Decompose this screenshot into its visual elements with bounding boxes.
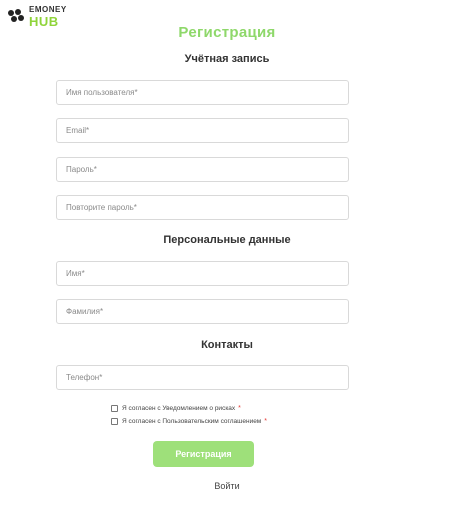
agreement-terms-row[interactable]: Я согласен с Пользовательским соглашение… xyxy=(111,418,267,425)
page-title: Регистрация xyxy=(178,24,276,41)
first-name-input[interactable] xyxy=(56,261,349,286)
last-name-input[interactable] xyxy=(56,299,349,324)
agreement-risks-label[interactable]: Я согласен с Уведомлением о рисках xyxy=(122,405,235,412)
register-button[interactable]: Регистрация xyxy=(153,441,254,467)
password-input[interactable] xyxy=(56,157,349,182)
login-link[interactable]: Войти xyxy=(0,481,454,491)
section-title-contacts: Контакты xyxy=(201,339,253,351)
agreement-risks-row[interactable]: Я согласен с Уведомлением о рисках * xyxy=(111,405,241,412)
section-title-account: Учётная запись xyxy=(184,53,270,65)
agreement-terms-checkbox[interactable] xyxy=(111,418,118,425)
section-title-personal: Персональные данные xyxy=(163,234,291,246)
agreement-risks-checkbox[interactable] xyxy=(111,405,118,412)
logo-text-top: EMONEY xyxy=(29,5,67,14)
email-input[interactable] xyxy=(56,118,349,143)
password-repeat-input[interactable] xyxy=(56,195,349,220)
agreement-terms-label[interactable]: Я согласен с Пользовательским соглашение… xyxy=(122,418,261,425)
required-marker: * xyxy=(238,405,241,412)
username-input[interactable] xyxy=(56,80,349,105)
logo-icon xyxy=(8,9,24,22)
required-marker: * xyxy=(264,418,268,425)
phone-input[interactable] xyxy=(56,365,349,390)
